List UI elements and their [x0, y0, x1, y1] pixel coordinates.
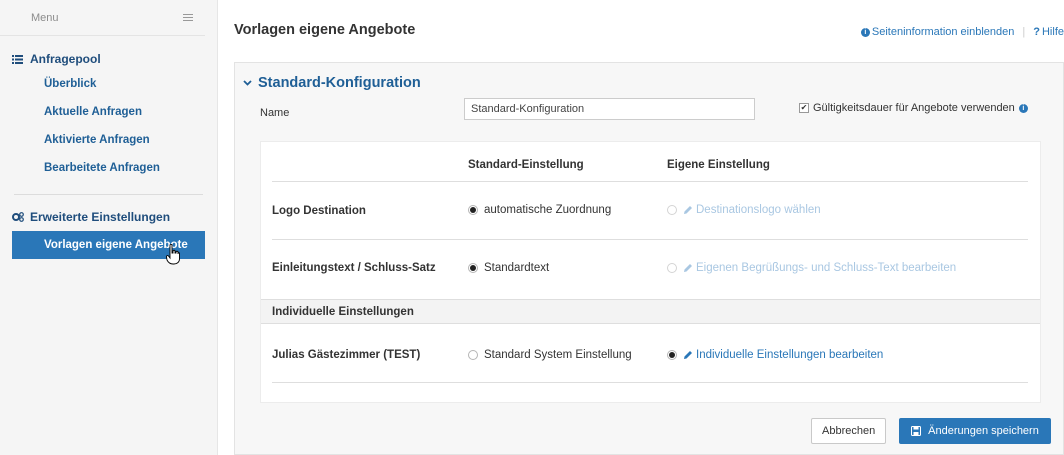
info-icon: i: [860, 27, 870, 37]
menu-label: Menu: [31, 11, 59, 24]
option-label: Individuelle Einstellungen bearbeiten: [696, 349, 884, 361]
radio-unselected[interactable]: [667, 263, 677, 273]
validity-checkbox-row[interactable]: ✔ Gültigkeitsdauer für Angebote verwende…: [799, 102, 1028, 114]
cancel-button[interactable]: Abbrechen: [811, 418, 887, 444]
help-link[interactable]: Hilfe: [1042, 26, 1064, 38]
sidebar-section-label: Erweiterte Einstellungen: [30, 210, 171, 224]
option-label: Standard System Einstellung: [484, 349, 632, 361]
settings-table: Standard-Einstellung Eigene Einstellung …: [260, 141, 1041, 403]
main-content: Vorlagen eigene Angebote i Seiteninforma…: [234, 0, 1064, 455]
option-label: Standardtext: [484, 262, 550, 274]
sidebar-section-anfragepool[interactable]: Anfragepool: [0, 48, 217, 70]
row-label-logo-destination: Logo Destination: [272, 205, 366, 217]
config-panel: Standard-Konfiguration Name ✔ Gültigkeit…: [234, 62, 1064, 455]
pencil-icon: [683, 350, 693, 360]
name-input[interactable]: [464, 98, 755, 120]
help-icon: ?: [1033, 26, 1040, 38]
hand-cursor-icon: [166, 244, 180, 265]
info-icon[interactable]: i: [1018, 103, 1028, 113]
panel-title-toggle[interactable]: Standard-Konfiguration: [243, 75, 421, 91]
validity-label: Gültigkeitsdauer für Angebote verwenden: [813, 102, 1015, 114]
option-label: Eigenen Begrüßungs- und Schluss-Text bea…: [696, 262, 957, 274]
sidebar-item-bearbeitete-anfragen[interactable]: Bearbeitete Anfragen: [0, 154, 217, 182]
sidebar-item-ueberblick[interactable]: Überblick: [0, 70, 217, 98]
radio-selected[interactable]: [468, 205, 478, 215]
gears-icon: [12, 212, 30, 222]
link-separator: |: [1022, 26, 1026, 38]
sidebar: Menu Anfragepool Überblick Aktuelle Anfr…: [0, 0, 218, 455]
row-divider: [261, 299, 1040, 300]
page-title: Vorlagen eigene Angebote: [234, 22, 416, 38]
row-divider: [261, 323, 1040, 324]
radio-selected[interactable]: [667, 350, 677, 360]
menu-header: Menu: [0, 0, 205, 36]
pencil-icon: [683, 205, 693, 215]
row-divider: [272, 239, 1028, 240]
option-standard-text[interactable]: Standardtext: [468, 262, 549, 274]
sidebar-item-aktuelle-anfragen[interactable]: Aktuelle Anfragen: [0, 98, 217, 126]
radio-unselected[interactable]: [468, 350, 478, 360]
column-header-custom: Eigene Einstellung: [667, 159, 770, 171]
page-info-link[interactable]: Seiteninformation einblenden: [872, 26, 1015, 38]
group-title: Individuelle Einstellungen: [272, 306, 414, 318]
chevron-down-icon: [243, 80, 252, 86]
option-custom-logo[interactable]: Destinationslogo wählen: [667, 204, 821, 216]
name-label: Name: [260, 107, 290, 119]
row-divider: [272, 181, 1028, 182]
validity-checkbox[interactable]: ✔: [799, 103, 809, 113]
sidebar-item-aktivierte-anfragen[interactable]: Aktivierte Anfragen: [0, 126, 217, 154]
list-icon: [12, 54, 30, 64]
sidebar-section-label: Anfragepool: [30, 52, 101, 66]
option-custom-individual[interactable]: Individuelle Einstellungen bearbeiten: [667, 349, 883, 361]
option-standard-logo[interactable]: automatische Zuordnung: [468, 204, 611, 216]
sidebar-divider: [14, 194, 203, 195]
pencil-icon: [683, 263, 693, 273]
row-divider: [272, 382, 1028, 383]
top-links: i Seiteninformation einblenden | ? Hilfe: [860, 26, 1064, 38]
radio-unselected[interactable]: [667, 205, 677, 215]
option-label: Destinationslogo wählen: [696, 204, 821, 216]
save-button[interactable]: Änderungen speichern: [899, 418, 1051, 444]
save-button-label: Änderungen speichern: [928, 425, 1039, 437]
row-label-julias-gaestezimmer: Julias Gästezimmer (TEST): [272, 349, 421, 361]
radio-selected[interactable]: [468, 263, 478, 273]
row-label-einleitungstext: Einleitungstext / Schluss-Satz: [272, 262, 436, 274]
option-custom-text[interactable]: Eigenen Begrüßungs- und Schluss-Text bea…: [667, 262, 956, 274]
panel-title: Standard-Konfiguration: [258, 75, 421, 91]
column-header-standard: Standard-Einstellung: [468, 159, 584, 171]
floppy-disk-icon: [911, 426, 922, 436]
option-label: automatische Zuordnung: [484, 204, 612, 216]
option-standard-system[interactable]: Standard System Einstellung: [468, 349, 632, 361]
sidebar-section-erweiterte-einstellungen[interactable]: Erweiterte Einstellungen: [0, 206, 217, 228]
hamburger-icon[interactable]: [183, 13, 193, 22]
